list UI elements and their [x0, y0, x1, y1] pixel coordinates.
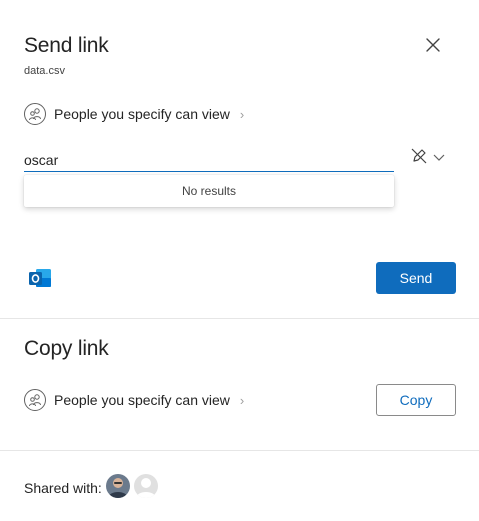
section-divider: [0, 450, 479, 451]
copy-link-title: Copy link: [24, 337, 109, 360]
file-name: data.csv: [24, 65, 65, 77]
no-results-text: No results: [181, 184, 237, 198]
edit-permission-dropdown[interactable]: [409, 148, 449, 168]
copy-button[interactable]: Copy: [376, 384, 456, 416]
people-icon: [24, 103, 46, 125]
chevron-right-icon: ›: [239, 106, 245, 122]
copy-permission-label: People you specify can view: [54, 392, 230, 408]
send-button[interactable]: Send: [376, 262, 456, 294]
section-divider: [0, 318, 479, 319]
recipient-input[interactable]: [24, 148, 394, 172]
copy-permission-settings[interactable]: People you specify can view ›: [24, 389, 244, 411]
chevron-down-icon: [433, 149, 445, 167]
pencil-off-icon: [409, 147, 429, 170]
people-icon: [24, 389, 46, 411]
send-link-title: Send link: [24, 34, 109, 57]
autocomplete-dropdown: No results: [24, 175, 394, 207]
avatar[interactable]: [134, 474, 158, 498]
close-icon[interactable]: [423, 35, 443, 55]
outlook-icon[interactable]: [27, 266, 53, 290]
send-permission-label: People you specify can view: [54, 106, 230, 122]
send-permission-settings[interactable]: People you specify can view ›: [24, 103, 244, 125]
avatar[interactable]: [106, 474, 130, 498]
chevron-right-icon: ›: [239, 392, 245, 408]
shared-with-label: Shared with:: [24, 480, 102, 496]
